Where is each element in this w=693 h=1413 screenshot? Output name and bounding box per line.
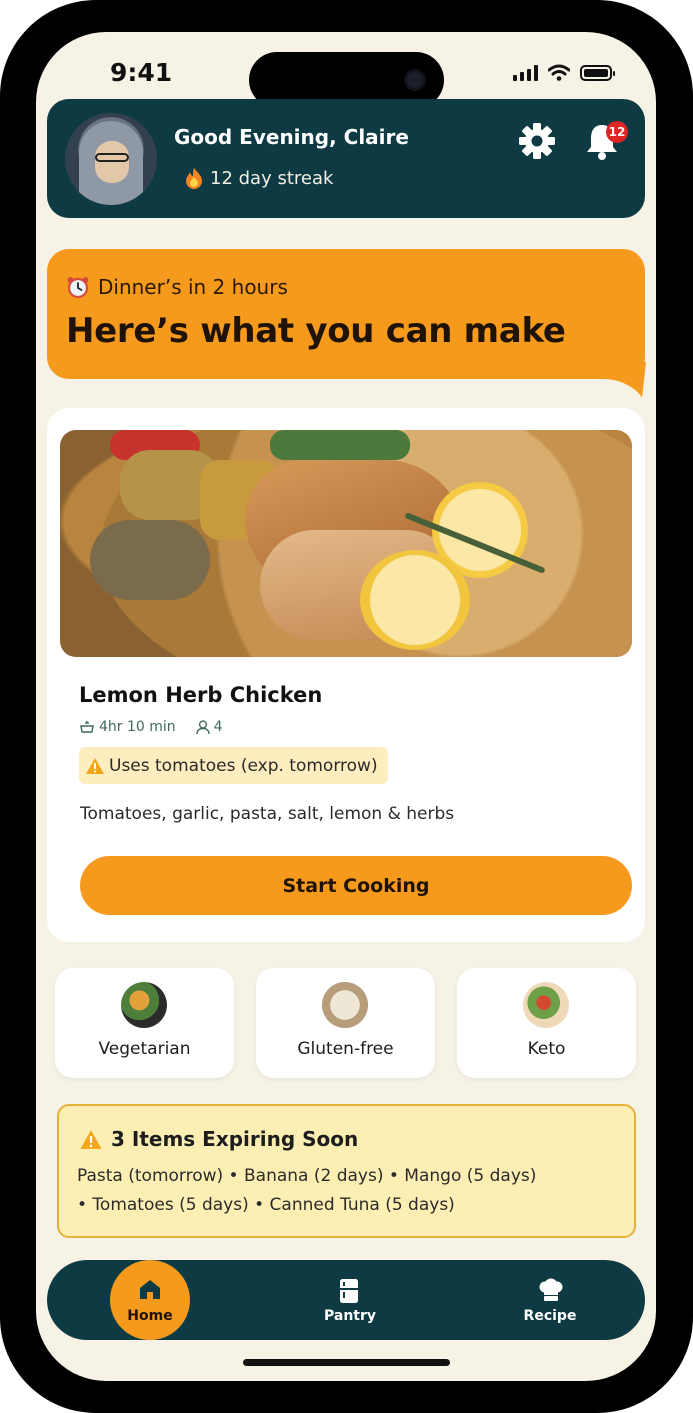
banner-headline: Here’s what you can make bbox=[66, 311, 566, 351]
app-screen: 9:41 Good Evening, Claire 12 day streak … bbox=[36, 32, 656, 1381]
flame-icon bbox=[186, 168, 202, 189]
status-icons bbox=[513, 64, 615, 81]
diet-label: Vegetarian bbox=[98, 1039, 191, 1059]
fridge-icon bbox=[340, 1279, 358, 1303]
active-indicator bbox=[110, 1260, 190, 1340]
settings-gear-icon[interactable] bbox=[517, 121, 557, 161]
diet-label: Gluten-free bbox=[297, 1039, 394, 1059]
person-icon bbox=[195, 719, 210, 734]
warning-text: Uses tomatoes (exp. tomorrow) bbox=[109, 755, 378, 776]
expiring-items-line: • Tomatoes (5 days) • Canned Tuna (5 day… bbox=[77, 1195, 455, 1215]
nav-label: Home bbox=[127, 1308, 173, 1324]
vegetarian-image bbox=[121, 982, 167, 1028]
nav-home[interactable]: Home bbox=[110, 1260, 190, 1340]
streak-indicator: 12 day streak bbox=[184, 167, 333, 189]
recipe-title: Lemon Herb Chicken bbox=[79, 683, 323, 707]
ingredients-list: Tomatoes, garlic, pasta, salt, lemon & h… bbox=[80, 804, 455, 824]
expiring-items-line: Pasta (tomorrow) • Banana (2 days) • Man… bbox=[77, 1166, 537, 1186]
dinner-banner: Dinner’s in 2 hours Here’s what you can … bbox=[47, 249, 645, 379]
home-indicator[interactable] bbox=[243, 1359, 450, 1366]
keto-image bbox=[523, 982, 569, 1028]
signal-icon bbox=[513, 65, 538, 81]
start-cooking-button[interactable]: Start Cooking bbox=[80, 856, 632, 915]
streak-text: 12 day streak bbox=[210, 167, 334, 189]
avatar[interactable] bbox=[65, 113, 157, 205]
servings-text: 4 bbox=[213, 719, 223, 735]
greeting-text: Good Evening, Claire bbox=[174, 125, 409, 149]
diet-label: Keto bbox=[527, 1039, 566, 1059]
notification-badge: 12 bbox=[606, 121, 628, 143]
wifi-icon bbox=[548, 64, 570, 81]
expiring-title: 3 Items Expiring Soon bbox=[111, 1127, 359, 1151]
nav-recipe[interactable]: Recipe bbox=[510, 1260, 590, 1340]
recipe-meta: 4hr 10 min 4 bbox=[79, 719, 223, 735]
servings: 4 bbox=[195, 719, 223, 735]
warning-icon bbox=[80, 1129, 102, 1149]
nav-label: Pantry bbox=[323, 1308, 377, 1324]
cook-time: 4hr 10 min bbox=[79, 719, 176, 735]
cooking-pot-icon bbox=[80, 721, 94, 733]
recipe-card[interactable]: Lemon Herb Chicken 4hr 10 min 4 Uses tom… bbox=[47, 408, 645, 942]
battery-icon bbox=[580, 65, 615, 81]
status-time: 9:41 bbox=[110, 58, 173, 87]
diet-tile-vegetarian[interactable]: Vegetarian bbox=[55, 968, 234, 1078]
chef-hat-icon bbox=[539, 1278, 563, 1301]
phone-frame: 9:41 Good Evening, Claire 12 day streak … bbox=[0, 0, 693, 1413]
banner-tail bbox=[604, 362, 646, 398]
expiring-items-panel[interactable]: 3 Items Expiring Soon Pasta (tomorrow) •… bbox=[57, 1104, 636, 1238]
diet-tile-gluten-free[interactable]: Gluten-free bbox=[256, 968, 435, 1078]
cook-time-text: 4hr 10 min bbox=[99, 719, 176, 735]
warning-icon bbox=[86, 757, 104, 774]
nav-label: Recipe bbox=[523, 1308, 577, 1324]
gluten-free-image bbox=[322, 982, 368, 1028]
nav-pantry[interactable]: Pantry bbox=[310, 1260, 390, 1340]
diet-tile-keto[interactable]: Keto bbox=[457, 968, 636, 1078]
camera-icon bbox=[404, 69, 426, 91]
expiring-title-row: 3 Items Expiring Soon bbox=[79, 1127, 358, 1151]
greeting-header: Good Evening, Claire 12 day streak 12 bbox=[47, 99, 645, 218]
home-icon bbox=[140, 1280, 160, 1299]
expiry-warning-chip: Uses tomatoes (exp. tomorrow) bbox=[79, 747, 388, 784]
dinner-subtitle: Dinner’s in 2 hours bbox=[98, 275, 288, 299]
alarm-clock-icon bbox=[67, 277, 89, 299]
dinner-time-row: Dinner’s in 2 hours bbox=[66, 275, 288, 299]
recipe-photo bbox=[60, 430, 632, 657]
bottom-nav: Home Pantry Recipe bbox=[47, 1260, 645, 1340]
